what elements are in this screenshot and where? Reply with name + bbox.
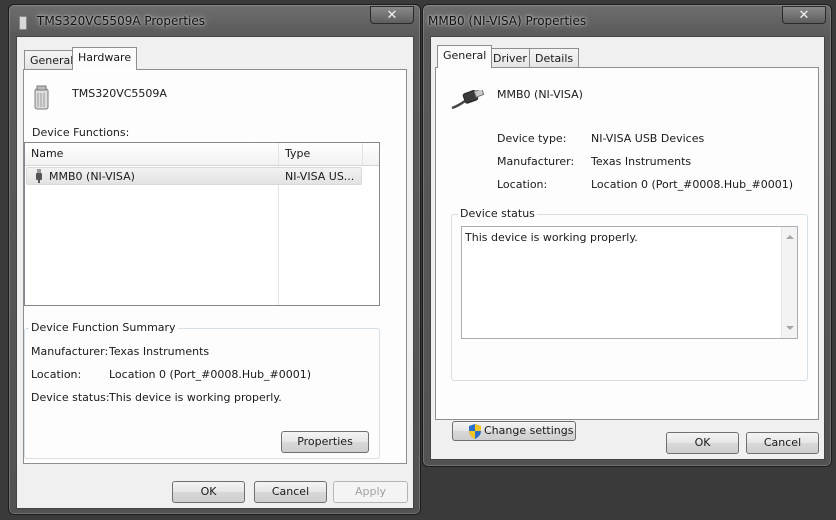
tms320-properties-window: TMS320VC5509A Properties ✕ General Hardw… [8, 4, 421, 515]
close-button[interactable]: ✕ [782, 6, 826, 24]
group-title: Device status [458, 207, 537, 220]
tab-general[interactable]: General [437, 45, 493, 68]
change-settings-button[interactable]: Change settings [452, 421, 576, 441]
window-title: TMS320VC5509A Properties [37, 14, 205, 28]
location-label: Location: [497, 178, 548, 191]
dialog-client: General Driver Details MMB0 (NI-VISA) De… [430, 36, 825, 460]
window-title: MMB0 (NI-VISA) Properties [428, 14, 587, 28]
cancel-button[interactable]: Cancel [746, 432, 819, 454]
device-functions-list[interactable]: Name Type MMB0 (NI-VISA) NI-VISA US... [24, 142, 380, 306]
list-item-type: NI-VISA US... [285, 170, 355, 183]
device-type-label: Device type: [497, 132, 567, 145]
location-value: Location 0 (Port_#0008.Hub_#0001) [591, 178, 794, 191]
list-item[interactable]: MMB0 (NI-VISA) NI-VISA US... [26, 167, 362, 185]
close-icon: ✕ [798, 8, 810, 23]
apply-button[interactable]: Apply [333, 481, 408, 503]
tab-driver[interactable]: Driver [487, 48, 533, 68]
tab-hardware[interactable]: Hardware [72, 47, 138, 70]
column-header-empty [362, 143, 379, 165]
device-name: MMB0 (NI-VISA) [497, 88, 583, 101]
device-type-value: NI-VISA USB Devices [591, 132, 705, 145]
device-status-text: This device is working properly. [465, 231, 638, 244]
usb-cable-icon [451, 90, 484, 110]
properties-button[interactable]: Properties [281, 431, 369, 453]
uac-shield-icon [469, 424, 481, 439]
location-label: Location: [31, 368, 82, 381]
ok-button[interactable]: OK [172, 481, 245, 503]
cancel-button[interactable]: Cancel [254, 481, 327, 503]
column-header-name[interactable]: Name [25, 143, 278, 165]
device-functions-label: Device Functions: [32, 126, 130, 139]
general-panel: MMB0 (NI-VISA) Device type: NI-VISA USB … [435, 67, 819, 441]
title-bar[interactable]: MMB0 (NI-VISA) Properties ✕ [423, 5, 831, 35]
location-value: Location 0 (Port_#0008.Hub_#0001) [109, 368, 312, 381]
close-button[interactable]: ✕ [370, 6, 414, 24]
device-status-group: Device status This device is working pro… [451, 207, 808, 381]
column-header-type[interactable]: Type [278, 143, 362, 165]
hardware-panel: TMS320VC5509A Device Functions: Name Typ… [23, 69, 407, 464]
device-status-value: This device is working properly. [109, 391, 282, 404]
manufacturer-value: Texas Instruments [109, 345, 210, 358]
scroll-up-icon[interactable] [786, 235, 794, 239]
list-item-name: MMB0 (NI-VISA) [49, 170, 135, 183]
dialog-client: General Hardware TMS320VC5509A Device Fu… [16, 36, 414, 509]
device-function-summary-group: Device Function Summary Manufacturer: Te… [24, 321, 380, 459]
device-status-label: Device status: [31, 391, 110, 404]
manufacturer-label: Manufacturer: [497, 155, 575, 168]
mmb0-properties-window: MMB0 (NI-VISA) Properties ✕ General Driv… [422, 4, 832, 467]
change-settings-label: Change settings [484, 424, 574, 437]
board-icon [34, 85, 49, 110]
title-bar[interactable]: TMS320VC5509A Properties ✕ [9, 5, 420, 35]
scroll-down-icon[interactable] [786, 326, 794, 330]
group-title: Device Function Summary [29, 321, 178, 334]
usb-plug-icon [36, 169, 42, 183]
column-divider [278, 165, 279, 305]
close-icon: ✕ [386, 8, 398, 23]
ok-button[interactable]: OK [666, 432, 739, 454]
device-status-textbox[interactable]: This device is working properly. [461, 226, 798, 339]
device-name: TMS320VC5509A [72, 87, 167, 100]
manufacturer-label: Manufacturer: [31, 345, 109, 358]
vertical-scrollbar[interactable] [781, 227, 797, 338]
list-header: Name Type [25, 143, 379, 166]
device-icon [19, 16, 27, 30]
manufacturer-value: Texas Instruments [591, 155, 692, 168]
tab-details[interactable]: Details [529, 48, 580, 68]
